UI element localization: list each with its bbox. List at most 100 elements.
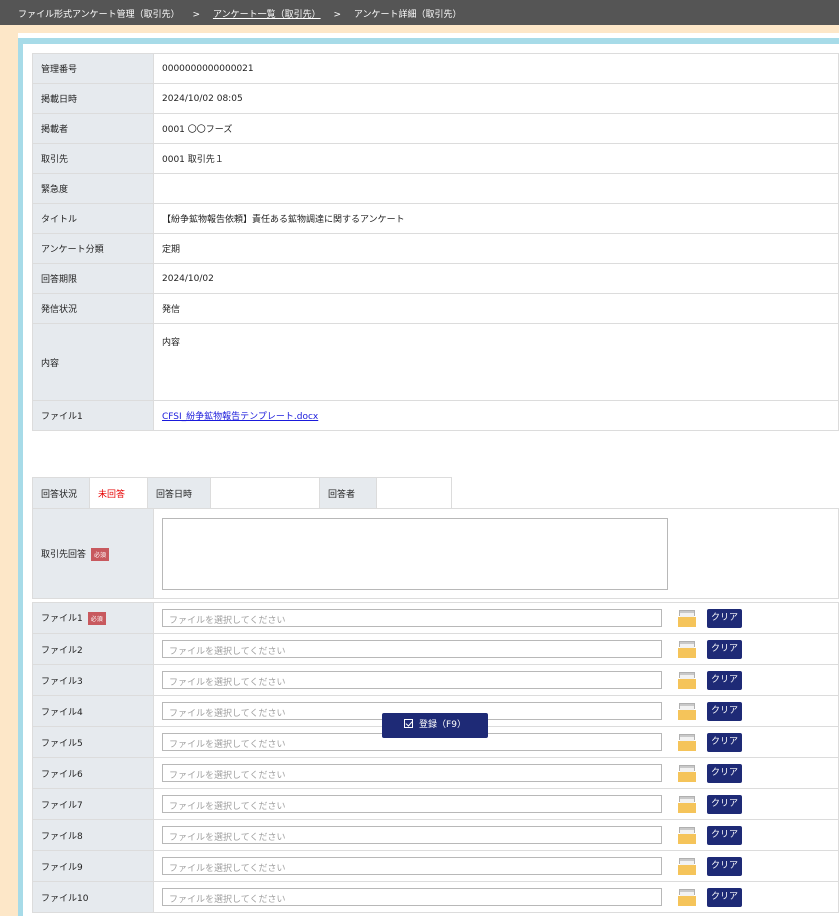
file-input[interactable]: ファイルを選択してください bbox=[162, 609, 662, 627]
answer-date-label: 回答日時 bbox=[147, 477, 211, 509]
required-badge: 必須 bbox=[87, 612, 106, 625]
supplier-answer-label-cell: 取引先回答 必須 bbox=[32, 508, 154, 599]
table-row: ファイル3 ファイルを選択してください クリア bbox=[32, 664, 839, 696]
file-input-cell: ファイルを選択してください クリア bbox=[153, 664, 839, 696]
main-content: 管理番号 0000000000000021 掲載日時 2024/10/02 08… bbox=[18, 33, 839, 916]
file-input-cell: ファイルを選択してください クリア bbox=[153, 633, 839, 665]
breadcrumb-separator: > bbox=[333, 10, 342, 20]
accent-stripe-left bbox=[18, 38, 23, 916]
field-label: 回答期限 bbox=[32, 263, 154, 294]
clear-button[interactable]: クリア bbox=[707, 608, 742, 628]
survey-info-table: 管理番号 0000000000000021 掲載日時 2024/10/02 08… bbox=[32, 53, 839, 431]
checkbox-icon bbox=[404, 719, 414, 728]
table-row: 回答状況 未回答 回答日時 回答者 bbox=[32, 477, 452, 509]
folder-icon[interactable] bbox=[678, 764, 696, 782]
supplier-value: 0001 取引先１ bbox=[153, 143, 839, 174]
folder-icon[interactable] bbox=[678, 733, 696, 751]
folder-icon[interactable] bbox=[678, 702, 696, 720]
table-row: 掲載者 0001 〇〇フーズ bbox=[32, 113, 839, 144]
file-input-cell: ファイルを選択してください クリア bbox=[153, 726, 839, 758]
answer-status-value: 未回答 bbox=[89, 477, 148, 509]
file-input[interactable]: ファイルを選択してください bbox=[162, 888, 662, 906]
answer-date-value bbox=[210, 477, 320, 509]
register-button[interactable]: 登録（F9） bbox=[382, 713, 488, 738]
management-number-value: 0000000000000021 bbox=[153, 53, 839, 84]
table-row: 発信状況 発信 bbox=[32, 293, 839, 324]
breadcrumb-separator: > bbox=[192, 10, 201, 20]
field-label: 掲載日時 bbox=[32, 83, 154, 114]
clear-button[interactable]: クリア bbox=[707, 856, 742, 876]
clear-button[interactable]: クリア bbox=[707, 639, 742, 659]
file-label: ファイル4 bbox=[32, 695, 154, 727]
file-input-cell: ファイルを選択してください クリア bbox=[153, 850, 839, 882]
field-label: 掲載者 bbox=[32, 113, 154, 144]
field-label: アンケート分類 bbox=[32, 233, 154, 264]
table-row: ファイル2 ファイルを選択してください クリア bbox=[32, 633, 839, 665]
respondent-value bbox=[376, 477, 452, 509]
deadline-value: 2024/10/02 bbox=[153, 263, 839, 294]
field-label: 緊急度 bbox=[32, 173, 154, 204]
supplier-answer-textarea[interactable] bbox=[162, 517, 668, 590]
file-input-cell: ファイルを選択してください クリア bbox=[153, 819, 839, 851]
urgency-value bbox=[153, 173, 839, 204]
register-button-label: 登録（F9） bbox=[419, 720, 466, 730]
table-row: ファイル10 ファイルを選択してください クリア bbox=[32, 881, 839, 913]
file-input[interactable]: ファイルを選択してください bbox=[162, 640, 662, 658]
folder-icon[interactable] bbox=[678, 857, 696, 875]
attachment-value: CFSI_紛争鉱物報告テンプレート.docx bbox=[153, 400, 839, 431]
respondent-label: 回答者 bbox=[319, 477, 377, 509]
poster-value: 0001 〇〇フーズ bbox=[153, 113, 839, 144]
clear-button[interactable]: クリア bbox=[707, 670, 742, 690]
table-row: タイトル 【紛争鉱物報告依頼】責任ある鉱物調達に関するアンケート bbox=[32, 203, 839, 234]
send-status-value: 発信 bbox=[153, 293, 839, 324]
table-row: 取引先回答 必須 bbox=[32, 508, 839, 599]
breadcrumb-item-survey-management: ファイル形式アンケート管理（取引先） bbox=[18, 10, 180, 20]
supplier-answer-table: 取引先回答 必須 bbox=[32, 508, 839, 599]
table-row: ファイル1 必須 ファイルを選択してください クリア bbox=[32, 602, 839, 634]
folder-icon[interactable] bbox=[678, 795, 696, 813]
file-input-cell: ファイルを選択してください クリア bbox=[153, 757, 839, 789]
file-input-cell: ファイルを選択してください クリア bbox=[153, 788, 839, 820]
clear-button[interactable]: クリア bbox=[707, 763, 742, 783]
accent-stripe-top bbox=[18, 38, 839, 44]
file-input[interactable]: ファイルを選択してください bbox=[162, 857, 662, 875]
posted-datetime-value: 2024/10/02 08:05 bbox=[153, 83, 839, 114]
attachment-link[interactable]: CFSI_紛争鉱物報告テンプレート.docx bbox=[162, 412, 318, 422]
clear-button[interactable]: クリア bbox=[707, 794, 742, 814]
file-input[interactable]: ファイルを選択してください bbox=[162, 764, 662, 782]
table-row: ファイル6 ファイルを選択してください クリア bbox=[32, 757, 839, 789]
survey-category-value: 定期 bbox=[153, 233, 839, 264]
file-input-cell: ファイルを選択してください クリア bbox=[153, 695, 839, 727]
file-input[interactable]: ファイルを選択してください bbox=[162, 795, 662, 813]
folder-icon[interactable] bbox=[678, 609, 696, 627]
field-label: タイトル bbox=[32, 203, 154, 234]
breadcrumb: ファイル形式アンケート管理（取引先） > アンケート一覧（取引先） > アンケー… bbox=[0, 0, 839, 25]
answer-status-table: 回答状況 未回答 回答日時 回答者 bbox=[32, 477, 452, 509]
answer-status-label: 回答状況 bbox=[32, 477, 90, 509]
file-label-cell: ファイル1 必須 bbox=[32, 602, 154, 634]
table-row: 掲載日時 2024/10/02 08:05 bbox=[32, 83, 839, 114]
required-badge: 必須 bbox=[91, 547, 110, 561]
clear-button[interactable]: クリア bbox=[707, 887, 742, 907]
file-label: ファイル1 bbox=[41, 614, 83, 624]
file-input[interactable]: ファイルを選択してください bbox=[162, 826, 662, 844]
clear-button[interactable]: クリア bbox=[707, 701, 742, 721]
file-input[interactable]: ファイルを選択してください bbox=[162, 671, 662, 689]
file-upload-table: ファイル1 必須 ファイルを選択してください クリア ファイル2 ファイルを選択して… bbox=[32, 602, 839, 913]
supplier-answer-label: 取引先回答 bbox=[41, 549, 87, 560]
clear-button[interactable]: クリア bbox=[707, 732, 742, 752]
table-row: アンケート分類 定期 bbox=[32, 233, 839, 264]
file-label: ファイル3 bbox=[32, 664, 154, 696]
file-label: ファイル2 bbox=[32, 633, 154, 665]
folder-icon[interactable] bbox=[678, 671, 696, 689]
file-label: ファイル8 bbox=[32, 819, 154, 851]
clear-button[interactable]: クリア bbox=[707, 825, 742, 845]
field-label: 内容 bbox=[32, 323, 154, 401]
field-label: 発信状況 bbox=[32, 293, 154, 324]
folder-icon[interactable] bbox=[678, 826, 696, 844]
breadcrumb-item-survey-detail: アンケート詳細（取引先） bbox=[353, 10, 462, 20]
breadcrumb-item-survey-list[interactable]: アンケート一覧（取引先） bbox=[213, 10, 321, 20]
folder-icon[interactable] bbox=[678, 888, 696, 906]
field-label: ファイル1 bbox=[32, 400, 154, 431]
folder-icon[interactable] bbox=[678, 640, 696, 658]
